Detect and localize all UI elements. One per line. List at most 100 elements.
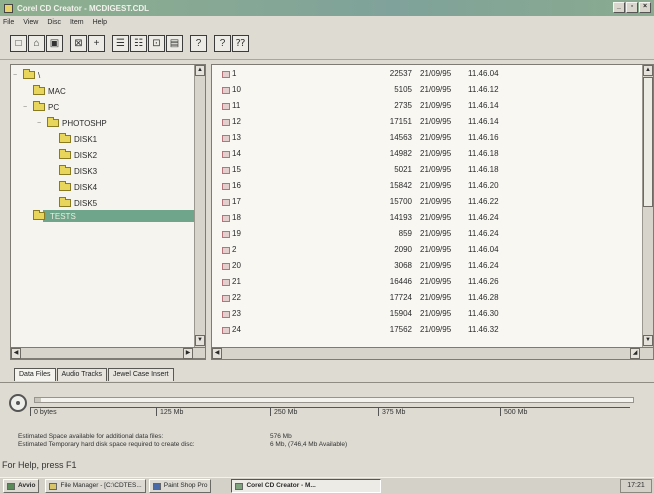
file-date: 21/09/95 xyxy=(420,181,452,190)
file-time: 11.46.14 xyxy=(468,117,499,126)
list-item[interactable]: 18 14193 21/09/95 11.46.24 xyxy=(212,212,632,224)
tab-strip: Data Files Audio Tracks Jewel Case Inser… xyxy=(14,368,174,382)
file-date: 21/09/95 xyxy=(420,261,452,270)
task-corel-cd-creator[interactable]: Corel CD Creator - M... xyxy=(231,479,382,493)
file-icon xyxy=(222,231,230,238)
start-button[interactable]: Avvio xyxy=(3,479,40,493)
temp-space-value: 6 Mb, (746,4 Mb Available) xyxy=(270,441,348,448)
list-item[interactable]: 12 17151 21/09/95 11.46.14 xyxy=(212,116,632,128)
file-size: 17724 xyxy=(389,293,412,302)
file-date: 21/09/95 xyxy=(420,277,452,286)
tree-item-mac[interactable]: MAC xyxy=(33,84,66,98)
menu-file[interactable]: File xyxy=(3,17,14,28)
list-item[interactable]: 21 16446 21/09/95 11.46.26 xyxy=(212,276,632,288)
scroll-down-arrow-icon[interactable]: ▼ xyxy=(643,335,653,346)
help-button[interactable]: ? xyxy=(190,35,207,52)
list-item[interactable]: 17 15700 21/09/95 11.46.22 xyxy=(212,196,632,208)
tree-horizontal-scrollbar[interactable]: ◀ ▶ xyxy=(10,347,206,359)
new-button[interactable]: □ xyxy=(10,35,27,52)
list-item[interactable]: 23 15904 21/09/95 11.46.30 xyxy=(212,308,632,320)
menu-help[interactable]: Help xyxy=(93,17,107,28)
tree-item-disk4[interactable]: DISK4 xyxy=(59,180,97,194)
file-list-horizontal-scrollbar[interactable]: ◀ ◢ xyxy=(211,347,654,360)
list-item[interactable]: 22 17724 21/09/95 11.46.28 xyxy=(212,292,632,304)
open-button[interactable]: ⌂ xyxy=(28,35,45,52)
tree-item-disk3[interactable]: DISK3 xyxy=(59,164,97,178)
file-time: 11.46.04 xyxy=(468,69,499,78)
scroll-up-arrow-icon[interactable]: ▲ xyxy=(643,65,653,76)
file-icon xyxy=(222,311,230,318)
file-size: 14982 xyxy=(389,149,412,158)
file-date: 21/09/95 xyxy=(420,309,452,318)
collapse-icon[interactable]: − xyxy=(37,120,47,127)
file-time: 11.46.24 xyxy=(468,261,499,270)
file-date: 21/09/95 xyxy=(420,293,452,302)
tree-vertical-scrollbar[interactable]: ▲ ▼ xyxy=(194,65,205,359)
maximize-button[interactable]: ▫ xyxy=(626,2,638,13)
list-item[interactable]: 13 14563 21/09/95 11.46.16 xyxy=(212,132,632,144)
scroll-thumb[interactable] xyxy=(643,77,653,207)
file-time: 11.46.24 xyxy=(468,229,499,238)
save-button[interactable]: ▣ xyxy=(46,35,63,52)
scroll-down-arrow-icon[interactable]: ▼ xyxy=(195,335,205,346)
list-item[interactable]: 20 3068 21/09/95 11.46.24 xyxy=(212,260,632,272)
menu-disc[interactable]: Disc xyxy=(47,17,61,28)
tree-item-disk2[interactable]: DISK2 xyxy=(59,148,97,162)
file-time: 11.46.24 xyxy=(468,213,499,222)
file-name: 12 xyxy=(232,117,241,126)
list-item[interactable]: 19 859 21/09/95 11.46.24 xyxy=(212,228,632,240)
scroll-left-arrow-icon[interactable]: ◀ xyxy=(11,348,21,359)
list-item[interactable]: 16 15842 21/09/95 11.46.20 xyxy=(212,180,632,192)
folder-icon xyxy=(23,69,35,79)
tree-item-disk5[interactable]: DISK5 xyxy=(59,196,97,210)
file-date: 21/09/95 xyxy=(420,325,452,334)
folder-tree[interactable]: − \ MAC − PC − PHOTOSHP DISK1 DISK2 DISK… xyxy=(10,64,206,360)
file-icon xyxy=(222,263,230,270)
tab-audio-tracks[interactable]: Audio Tracks xyxy=(56,368,107,381)
file-time: 11.46.20 xyxy=(468,181,499,190)
view4-button[interactable]: ▤ xyxy=(166,35,183,52)
tree-item-root[interactable]: − \ xyxy=(13,68,40,82)
add-button[interactable]: + xyxy=(88,35,105,52)
whats-this-button[interactable]: ? xyxy=(214,35,231,52)
scroll-left-arrow-icon[interactable]: ◀ xyxy=(212,348,222,359)
tree-item-photoshp[interactable]: − PHOTOSHP xyxy=(37,116,107,130)
file-size: 2735 xyxy=(394,101,412,110)
tree-item-label: DISK1 xyxy=(74,134,98,144)
collapse-icon[interactable]: − xyxy=(13,72,23,79)
list-item[interactable]: 11 2735 21/09/95 11.46.14 xyxy=(212,100,632,112)
list-item[interactable]: 24 17562 21/09/95 11.46.32 xyxy=(212,324,632,336)
menu-item[interactable]: Item xyxy=(70,17,84,28)
scroll-right-arrow-icon[interactable]: ▶ xyxy=(183,348,193,359)
folder-icon xyxy=(47,117,59,127)
list-item[interactable]: 14 14982 21/09/95 11.46.18 xyxy=(212,148,632,160)
tree-item-tests[interactable]: TESTS xyxy=(33,209,78,223)
context-help-button[interactable]: ⁇ xyxy=(232,35,249,52)
file-list[interactable]: 1 22537 21/09/95 11.46.04 10 5105 21/09/… xyxy=(211,64,654,360)
view2-button[interactable]: ☷ xyxy=(130,35,147,52)
minimize-button[interactable]: _ xyxy=(613,2,625,13)
view1-button[interactable]: ☰ xyxy=(112,35,129,52)
list-item[interactable]: 1 22537 21/09/95 11.46.04 xyxy=(212,68,632,80)
tree-item-label: DISK4 xyxy=(74,182,98,192)
list-item[interactable]: 15 5021 21/09/95 11.46.18 xyxy=(212,164,632,176)
tab-jewel-case-insert[interactable]: Jewel Case Insert xyxy=(107,368,174,381)
file-list-vertical-scrollbar[interactable]: ▲ ▼ xyxy=(642,65,653,359)
close-button[interactable]: × xyxy=(639,2,651,13)
scroll-up-arrow-icon[interactable]: ▲ xyxy=(195,65,205,76)
tab-data-files[interactable]: Data Files xyxy=(14,368,56,381)
file-size: 5021 xyxy=(394,165,412,174)
view3-button[interactable]: ⊡ xyxy=(148,35,165,52)
collapse-icon[interactable]: − xyxy=(23,104,33,111)
list-item[interactable]: 2 2090 21/09/95 11.46.04 xyxy=(212,244,632,256)
resize-grip-icon[interactable]: ◢ xyxy=(630,348,640,359)
tree-item-pc[interactable]: − PC xyxy=(23,100,59,114)
write-button[interactable]: ⊠ xyxy=(70,35,87,52)
menu-view[interactable]: View xyxy=(23,17,38,28)
task-paint-shop-pro[interactable]: Paint Shop Pro xyxy=(148,479,212,493)
task-file-manager[interactable]: File Manager - [C:\CDTES... xyxy=(45,479,146,493)
tree-item-disk1[interactable]: DISK1 xyxy=(59,132,97,146)
list-item[interactable]: 10 5105 21/09/95 11.46.12 xyxy=(212,84,632,96)
temp-space-label: Estimated Temporary hard disk space requ… xyxy=(18,441,195,448)
file-date: 21/09/95 xyxy=(420,117,452,126)
